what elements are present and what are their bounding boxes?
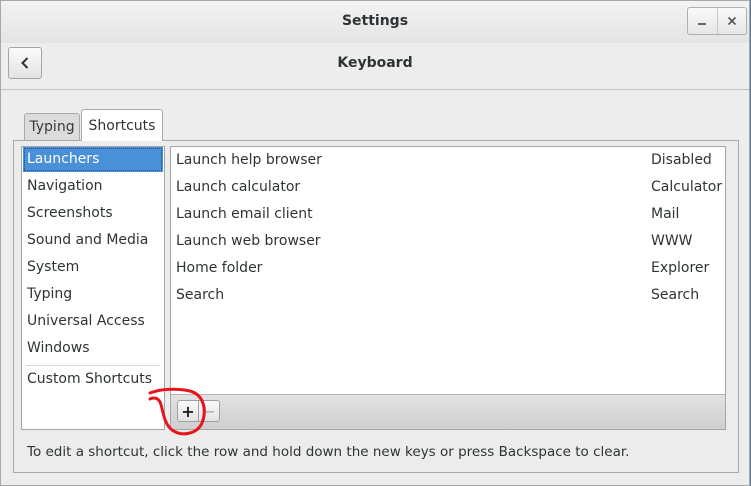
remove-shortcut-button[interactable]: − [198, 400, 220, 422]
category-item[interactable]: Screenshots [23, 201, 163, 226]
settings-window: Settings Keyboard Typing Shortcuts Launc… [0, 0, 750, 486]
category-item[interactable]: Windows [23, 336, 163, 361]
shortcut-accelerator: Explorer [651, 260, 710, 276]
page-title: Keyboard [337, 55, 413, 71]
minimize-icon [698, 23, 707, 25]
category-item[interactable]: Launchers [23, 147, 163, 172]
title-bar: Settings [1, 1, 749, 43]
tab-typing[interactable]: Typing [24, 113, 80, 140]
shortcut-category-list: Launchers Navigation Screenshots Sound a… [21, 146, 165, 430]
shortcut-accelerator: WWW [651, 233, 693, 249]
category-item[interactable]: Typing [23, 282, 163, 307]
shortcut-name: Home folder [176, 260, 263, 276]
shortcut-row[interactable]: Launch help browser Disabled [171, 147, 725, 174]
window-controls [687, 7, 747, 35]
shortcut-row[interactable]: Launch calculator Calculator [171, 174, 725, 201]
shortcut-name: Launch web browser [176, 233, 321, 249]
header-toolbar: Keyboard [1, 43, 749, 90]
category-item[interactable]: Navigation [23, 174, 163, 199]
shortcut-accelerator: Calculator [651, 179, 723, 195]
shortcut-list: Launch help browser Disabled Launch calc… [170, 146, 726, 430]
shortcut-row[interactable]: Search Search [171, 282, 725, 309]
shortcut-row[interactable]: Home folder Explorer [171, 255, 725, 282]
window-title: Settings [341, 13, 409, 29]
list-toolbar: + − [171, 394, 725, 429]
add-shortcut-button[interactable]: + [177, 400, 199, 422]
shortcut-row[interactable]: Launch web browser WWW [171, 228, 725, 255]
shortcut-accelerator: Disabled [651, 152, 712, 168]
tab-shortcuts[interactable]: Shortcuts [81, 109, 163, 141]
category-divider [26, 365, 160, 366]
shortcut-name: Search [176, 287, 225, 303]
shortcut-accelerator: Search [651, 287, 700, 303]
minimize-button[interactable] [688, 8, 717, 34]
hint-text: To edit a shortcut, click the row and ho… [27, 444, 630, 460]
shortcut-accelerator: Mail [651, 206, 680, 222]
close-icon [727, 16, 736, 26]
shortcut-name: Launch calculator [176, 179, 301, 195]
shortcut-row[interactable]: Launch email client Mail [171, 201, 725, 228]
close-button[interactable] [716, 8, 747, 34]
shortcut-name: Launch help browser [176, 152, 322, 168]
shortcut-name: Launch email client [176, 206, 313, 222]
category-item-custom[interactable]: Custom Shortcuts [23, 367, 163, 392]
category-item[interactable]: System [23, 255, 163, 280]
category-item[interactable]: Sound and Media [23, 228, 163, 253]
category-item[interactable]: Universal Access [23, 309, 163, 334]
